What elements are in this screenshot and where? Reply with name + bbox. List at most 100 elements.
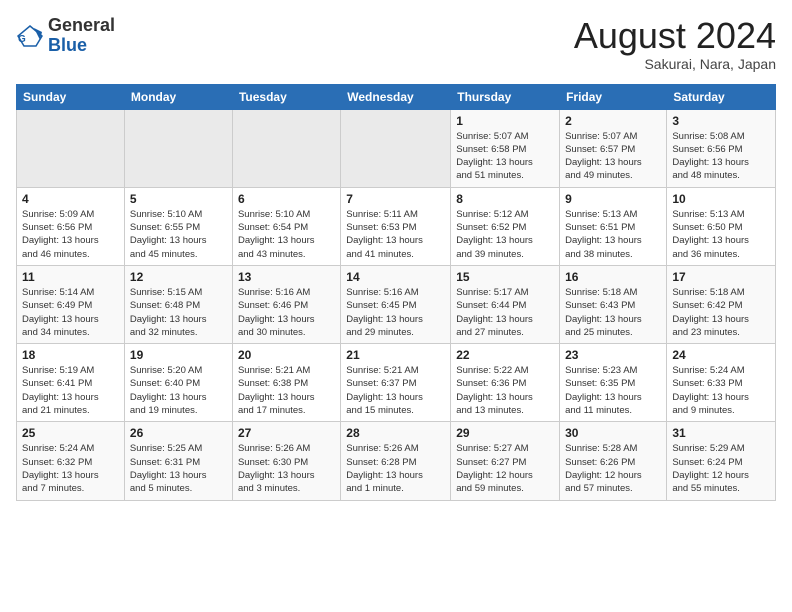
- calendar-cell: 1 Sunrise: 5:07 AM Sunset: 6:58 PM Daylig…: [451, 109, 560, 187]
- day-info: Sunrise: 5:26 AM Sunset: 6:28 PM Dayligh…: [346, 442, 445, 495]
- day-info: Sunrise: 5:11 AM Sunset: 6:53 PM Dayligh…: [346, 208, 445, 261]
- calendar-cell: [232, 109, 340, 187]
- calendar-cell: 26 Sunrise: 5:25 AM Sunset: 6:31 PM Dayli…: [124, 422, 232, 500]
- day-number: 19: [130, 348, 227, 362]
- day-number: 8: [456, 192, 554, 206]
- calendar-cell: 31 Sunrise: 5:29 AM Sunset: 6:24 PM Dayli…: [667, 422, 776, 500]
- calendar-cell: 4Sunrise: 5:09 AM Sunset: 6:56 PM Daylig…: [17, 187, 125, 265]
- calendar-cell: 10 Sunrise: 5:13 AM Sunset: 6:50 PM Dayli…: [667, 187, 776, 265]
- day-info: Sunrise: 5:28 AM Sunset: 6:26 PM Dayligh…: [565, 442, 661, 495]
- day-number: 6: [238, 192, 335, 206]
- day-info: Sunrise: 5:07 AM Sunset: 6:58 PM Dayligh…: [456, 130, 554, 183]
- day-info: Sunrise: 5:21 AM Sunset: 6:37 PM Dayligh…: [346, 364, 445, 417]
- weekday-header-sunday: Sunday: [17, 84, 125, 109]
- day-number: 21: [346, 348, 445, 362]
- day-number: 9: [565, 192, 661, 206]
- day-info: Sunrise: 5:10 AM Sunset: 6:54 PM Dayligh…: [238, 208, 335, 261]
- calendar-cell: 22Sunrise: 5:22 AM Sunset: 6:36 PM Dayli…: [451, 344, 560, 422]
- day-info: Sunrise: 5:07 AM Sunset: 6:57 PM Dayligh…: [565, 130, 661, 183]
- calendar-cell: 8 Sunrise: 5:12 AM Sunset: 6:52 PM Daylig…: [451, 187, 560, 265]
- calendar-cell: 30 Sunrise: 5:28 AM Sunset: 6:26 PM Dayli…: [560, 422, 667, 500]
- day-info: Sunrise: 5:12 AM Sunset: 6:52 PM Dayligh…: [456, 208, 554, 261]
- day-number: 29: [456, 426, 554, 440]
- day-number: 31: [672, 426, 770, 440]
- calendar-cell: 3Sunrise: 5:08 AM Sunset: 6:56 PM Daylig…: [667, 109, 776, 187]
- day-info: Sunrise: 5:19 AM Sunset: 6:41 PM Dayligh…: [22, 364, 119, 417]
- month-title: August 2024: [574, 16, 776, 56]
- day-number: 10: [672, 192, 770, 206]
- calendar-cell: 15Sunrise: 5:17 AM Sunset: 6:44 PM Dayli…: [451, 265, 560, 343]
- day-number: 17: [672, 270, 770, 284]
- day-number: 28: [346, 426, 445, 440]
- day-number: 14: [346, 270, 445, 284]
- day-info: Sunrise: 5:14 AM Sunset: 6:49 PM Dayligh…: [22, 286, 119, 339]
- day-info: Sunrise: 5:24 AM Sunset: 6:32 PM Dayligh…: [22, 442, 119, 495]
- week-row-4: 18 Sunrise: 5:19 AM Sunset: 6:41 PM Dayli…: [17, 344, 776, 422]
- calendar-cell: 6 Sunrise: 5:10 AM Sunset: 6:54 PM Daylig…: [232, 187, 340, 265]
- day-info: Sunrise: 5:21 AM Sunset: 6:38 PM Dayligh…: [238, 364, 335, 417]
- weekday-header-monday: Monday: [124, 84, 232, 109]
- day-info: Sunrise: 5:13 AM Sunset: 6:50 PM Dayligh…: [672, 208, 770, 261]
- calendar-cell: 21 Sunrise: 5:21 AM Sunset: 6:37 PM Dayli…: [341, 344, 451, 422]
- week-row-2: 4Sunrise: 5:09 AM Sunset: 6:56 PM Daylig…: [17, 187, 776, 265]
- weekday-header-thursday: Thursday: [451, 84, 560, 109]
- page-header: G General Blue August 2024 Sakurai, Nara…: [16, 16, 776, 72]
- calendar-cell: 18 Sunrise: 5:19 AM Sunset: 6:41 PM Dayli…: [17, 344, 125, 422]
- day-number: 20: [238, 348, 335, 362]
- day-info: Sunrise: 5:16 AM Sunset: 6:45 PM Dayligh…: [346, 286, 445, 339]
- day-info: Sunrise: 5:13 AM Sunset: 6:51 PM Dayligh…: [565, 208, 661, 261]
- title-block: August 2024 Sakurai, Nara, Japan: [574, 16, 776, 72]
- day-number: 5: [130, 192, 227, 206]
- weekday-header-tuesday: Tuesday: [232, 84, 340, 109]
- week-row-1: 1 Sunrise: 5:07 AM Sunset: 6:58 PM Daylig…: [17, 109, 776, 187]
- day-info: Sunrise: 5:08 AM Sunset: 6:56 PM Dayligh…: [672, 130, 770, 183]
- calendar-cell: 20 Sunrise: 5:21 AM Sunset: 6:38 PM Dayli…: [232, 344, 340, 422]
- logo-general: General: [48, 15, 115, 35]
- day-info: Sunrise: 5:16 AM Sunset: 6:46 PM Dayligh…: [238, 286, 335, 339]
- calendar-cell: 5 Sunrise: 5:10 AM Sunset: 6:55 PM Daylig…: [124, 187, 232, 265]
- day-info: Sunrise: 5:10 AM Sunset: 6:55 PM Dayligh…: [130, 208, 227, 261]
- day-number: 27: [238, 426, 335, 440]
- day-number: 12: [130, 270, 227, 284]
- weekday-header-row: SundayMondayTuesdayWednesdayThursdayFrid…: [17, 84, 776, 109]
- day-info: Sunrise: 5:29 AM Sunset: 6:24 PM Dayligh…: [672, 442, 770, 495]
- calendar-cell: 24 Sunrise: 5:24 AM Sunset: 6:33 PM Dayli…: [667, 344, 776, 422]
- calendar-cell: 11 Sunrise: 5:14 AM Sunset: 6:49 PM Dayli…: [17, 265, 125, 343]
- week-row-3: 11 Sunrise: 5:14 AM Sunset: 6:49 PM Dayli…: [17, 265, 776, 343]
- day-info: Sunrise: 5:25 AM Sunset: 6:31 PM Dayligh…: [130, 442, 227, 495]
- day-number: 22: [456, 348, 554, 362]
- day-number: 7: [346, 192, 445, 206]
- day-info: Sunrise: 5:23 AM Sunset: 6:35 PM Dayligh…: [565, 364, 661, 417]
- weekday-header-saturday: Saturday: [667, 84, 776, 109]
- day-info: Sunrise: 5:15 AM Sunset: 6:48 PM Dayligh…: [130, 286, 227, 339]
- day-info: Sunrise: 5:17 AM Sunset: 6:44 PM Dayligh…: [456, 286, 554, 339]
- day-number: 18: [22, 348, 119, 362]
- calendar-table: SundayMondayTuesdayWednesdayThursdayFrid…: [16, 84, 776, 501]
- calendar-cell: 17Sunrise: 5:18 AM Sunset: 6:42 PM Dayli…: [667, 265, 776, 343]
- logo: G General Blue: [16, 16, 115, 56]
- calendar-cell: [17, 109, 125, 187]
- calendar-cell: 2Sunrise: 5:07 AM Sunset: 6:57 PM Daylig…: [560, 109, 667, 187]
- calendar-cell: [124, 109, 232, 187]
- week-row-5: 25Sunrise: 5:24 AM Sunset: 6:32 PM Dayli…: [17, 422, 776, 500]
- day-info: Sunrise: 5:24 AM Sunset: 6:33 PM Dayligh…: [672, 364, 770, 417]
- calendar-cell: 9 Sunrise: 5:13 AM Sunset: 6:51 PM Daylig…: [560, 187, 667, 265]
- day-info: Sunrise: 5:26 AM Sunset: 6:30 PM Dayligh…: [238, 442, 335, 495]
- day-number: 30: [565, 426, 661, 440]
- day-info: Sunrise: 5:18 AM Sunset: 6:43 PM Dayligh…: [565, 286, 661, 339]
- weekday-header-wednesday: Wednesday: [341, 84, 451, 109]
- calendar-cell: 25Sunrise: 5:24 AM Sunset: 6:32 PM Dayli…: [17, 422, 125, 500]
- day-number: 1: [456, 114, 554, 128]
- day-number: 26: [130, 426, 227, 440]
- weekday-header-friday: Friday: [560, 84, 667, 109]
- calendar-cell: 7 Sunrise: 5:11 AM Sunset: 6:53 PM Daylig…: [341, 187, 451, 265]
- calendar-cell: 13 Sunrise: 5:16 AM Sunset: 6:46 PM Dayli…: [232, 265, 340, 343]
- day-number: 11: [22, 270, 119, 284]
- day-number: 24: [672, 348, 770, 362]
- calendar-cell: 23Sunrise: 5:23 AM Sunset: 6:35 PM Dayli…: [560, 344, 667, 422]
- logo-icon: G: [16, 22, 44, 50]
- calendar-cell: 19Sunrise: 5:20 AM Sunset: 6:40 PM Dayli…: [124, 344, 232, 422]
- calendar-cell: 14 Sunrise: 5:16 AM Sunset: 6:45 PM Dayli…: [341, 265, 451, 343]
- day-number: 13: [238, 270, 335, 284]
- location-subtitle: Sakurai, Nara, Japan: [574, 56, 776, 72]
